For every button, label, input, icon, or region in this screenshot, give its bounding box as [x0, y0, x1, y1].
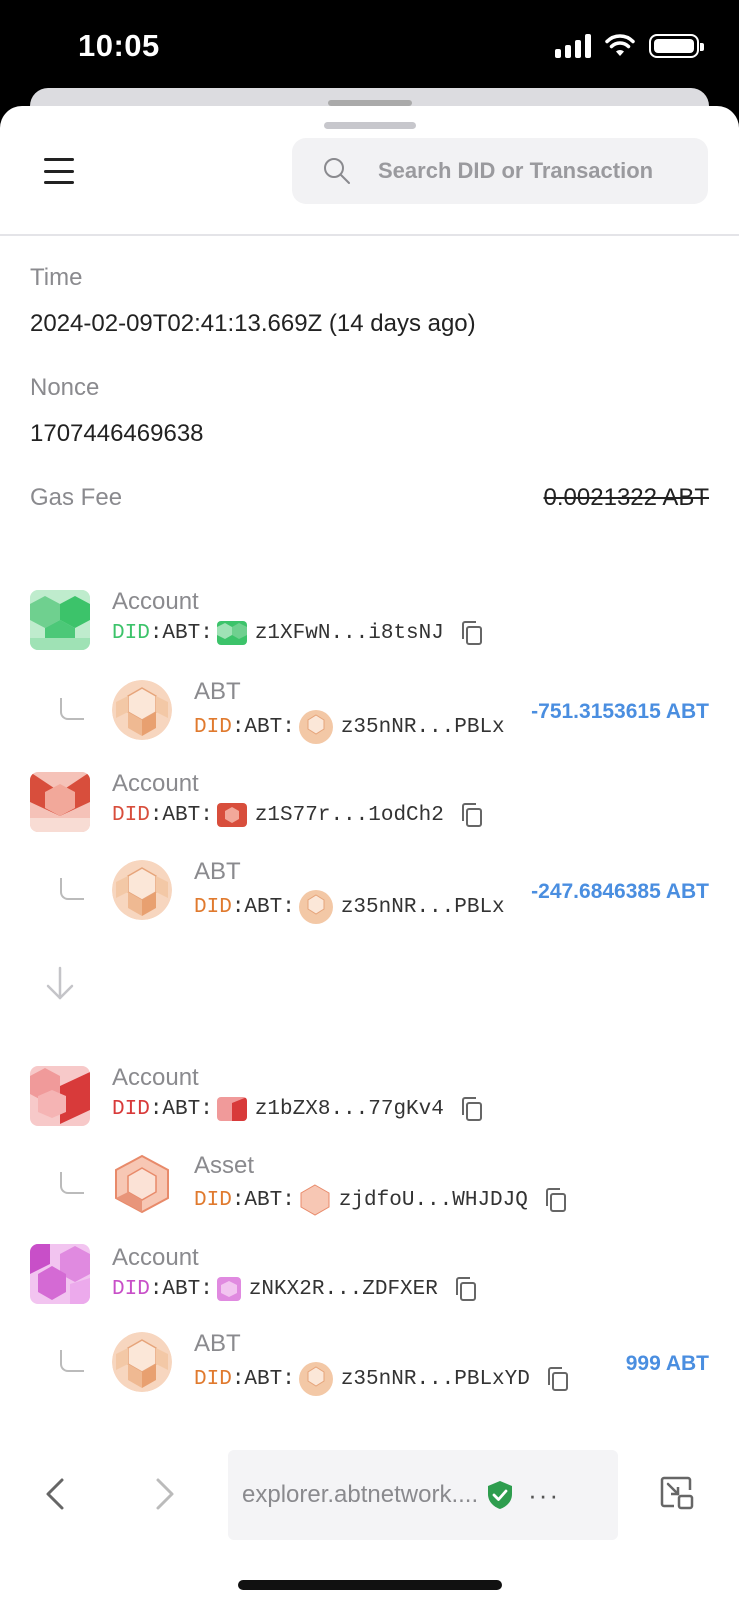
gas-fee-label: Gas Fee [30, 484, 123, 511]
abt-avatar [112, 1332, 172, 1392]
abt-avatar [112, 680, 172, 740]
home-indicator[interactable] [238, 1580, 502, 1590]
did-value: z35nNR...PBLx [340, 715, 505, 739]
tree-connector [60, 878, 84, 900]
url-text: explorer.abtnetwork.... [242, 1481, 479, 1508]
nonce-label: Nonce [30, 374, 100, 401]
search-box[interactable] [292, 138, 708, 204]
copy-icon[interactable] [460, 802, 484, 828]
browser-toolbar: explorer.abtnetwork.... ··· [0, 1440, 739, 1600]
status-icons [555, 34, 704, 58]
copy-icon[interactable] [460, 1096, 484, 1122]
asset-avatar [112, 1154, 172, 1214]
copy-icon[interactable] [460, 620, 484, 646]
row-title: Account [112, 1244, 199, 1271]
copy-icon[interactable] [544, 1187, 568, 1213]
amount: 999 ABT [623, 1352, 709, 1376]
wifi-icon [605, 34, 635, 56]
did-value: z35nNR...PBLxYD [340, 1367, 530, 1391]
did-mini-avatar [298, 1362, 333, 1396]
did-address: DID:ABT: z35nNR...PBLxYD [194, 1362, 570, 1396]
did-address: DID:ABT: z1bZX8...77gKv4 [112, 1096, 484, 1122]
pip-icon[interactable] [660, 1476, 694, 1510]
did-mini-avatar [216, 803, 247, 827]
asset-row: Asset DID:ABT: zjdfoU...WHJDJQ [0, 1150, 739, 1230]
amount: -247.6846385 ABT [529, 880, 709, 904]
battery-icon [649, 34, 704, 58]
search-input[interactable] [378, 158, 668, 184]
time-value: 2024-02-09T02:41:13.669Z (14 days ago) [30, 310, 476, 337]
did-mini-avatar [298, 890, 333, 924]
signal-icon [555, 34, 591, 58]
nonce-value: 1707446469638 [30, 420, 204, 447]
status-bar: 10:05 [0, 0, 739, 100]
account-row: Account DID:ABT: zNKX2R...ZDFXER [0, 1242, 739, 1322]
copy-icon[interactable] [546, 1366, 570, 1392]
did-value: z1bZX8...77gKv4 [254, 1097, 444, 1121]
did-value: zjdfoU...WHJDJQ [338, 1188, 528, 1212]
row-title: Account [112, 588, 199, 615]
did-value: z1S77r...1odCh2 [254, 803, 444, 827]
did-value: z35nNR...PBLx [340, 895, 505, 919]
gas-fee-value: 0.0021322 ABT [543, 484, 709, 511]
more-icon[interactable]: ··· [528, 1480, 560, 1511]
explorer-page: Time 2024-02-09T02:41:13.669Z (14 days a… [0, 106, 739, 1600]
url-bar[interactable]: explorer.abtnetwork.... ··· [228, 1450, 618, 1540]
row-title: Account [112, 770, 199, 797]
tree-connector [60, 1172, 84, 1194]
amount: -751.3153615 ABT [529, 700, 709, 724]
did-value: zNKX2R...ZDFXER [248, 1277, 438, 1301]
row-title: ABT [194, 1330, 241, 1357]
did-address: DID:ABT: z1XFwN...i8tsNJ [112, 620, 484, 646]
account-avatar [30, 590, 90, 650]
did-mini-avatar [299, 1184, 331, 1216]
status-time: 10:05 [78, 28, 160, 63]
did-mini-avatar [216, 1097, 247, 1121]
hamburger-menu-icon[interactable] [44, 158, 74, 184]
did-address: DID:ABT: z35nNR...PBLx [194, 710, 505, 744]
tree-connector [60, 698, 84, 720]
row-title: Account [112, 1064, 199, 1091]
account-avatar [30, 1066, 90, 1126]
tree-connector [60, 1350, 84, 1372]
down-arrow-icon [46, 966, 74, 1000]
account-avatar [30, 772, 90, 832]
account-row: Account DID:ABT: z1XFwN...i8tsNJ [0, 584, 739, 664]
row-title: Asset [194, 1152, 255, 1179]
forward-icon[interactable] [150, 1474, 180, 1514]
account-row: Account DID:ABT: z1bZX8...77gKv4 [0, 1060, 739, 1140]
did-address: DID:ABT: z1S77r...1odCh2 [112, 802, 484, 828]
time-label: Time [30, 264, 83, 291]
header [0, 106, 739, 236]
did-value: z1XFwN...i8tsNJ [254, 621, 444, 645]
did-address: DID:ABT: zjdfoU...WHJDJQ [194, 1184, 568, 1216]
did-mini-avatar [298, 710, 333, 744]
row-title: ABT [194, 858, 241, 885]
row-title: ABT [194, 678, 241, 705]
account-row: Account DID:ABT: z1S77r...1odCh2 [0, 766, 739, 846]
did-address: DID:ABT: zNKX2R...ZDFXER [112, 1276, 478, 1302]
account-avatar [30, 1244, 90, 1304]
copy-icon[interactable] [454, 1276, 478, 1302]
did-mini-avatar [216, 1277, 241, 1301]
back-icon[interactable] [40, 1474, 70, 1514]
did-mini-avatar [216, 621, 247, 645]
did-address: DID:ABT: z35nNR...PBLx [194, 890, 505, 924]
token-row: ABT DID:ABT: z35nNR...PBLxYD 999 ABT [0, 1328, 739, 1408]
token-row: ABT DID:ABT: z35nNR...PBLx -247.6846385 … [0, 856, 739, 936]
token-row: ABT DID:ABT: z35nNR...PBLx -751.3153615 … [0, 676, 739, 756]
search-icon [324, 158, 350, 184]
abt-avatar [112, 860, 172, 920]
shield-check-icon [488, 1481, 513, 1509]
